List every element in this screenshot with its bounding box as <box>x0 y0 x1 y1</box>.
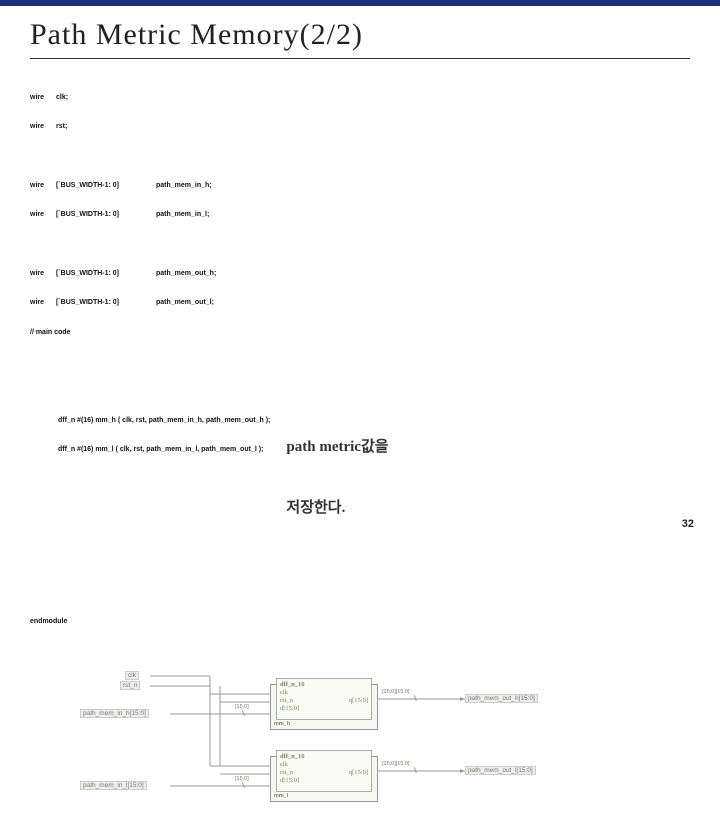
port-in-l: path_mem_in_l[15:0] <box>80 781 147 790</box>
inner-clk: clk <box>280 689 288 697</box>
sig-pmi-h: path_mem_in_h; <box>156 181 212 191</box>
kw-wire: wire <box>30 269 56 279</box>
bus-label-bits: [15:0][15:0] <box>382 689 410 695</box>
dff-inst-l: dff_n #(16) mm_l ( clk, rst, path_mem_in… <box>58 445 270 455</box>
port-in-h: path_mem_in_h[15:0] <box>80 709 149 718</box>
page-number: 32 <box>682 518 694 530</box>
kw-endmodule: endmodule <box>30 617 690 627</box>
inner-mm-l: dff_n_16 clk rst_n q[15:0] d[15:0] <box>276 750 372 792</box>
kw-wire: wire <box>30 122 56 132</box>
page-title: Path Metric Memory(2/2) <box>30 18 690 59</box>
bus-width: [`BUS_WIDTH-1: 0] <box>56 181 156 191</box>
slide-content: Path Metric Memory(2/2) wireclk; wirerst… <box>0 6 720 819</box>
inner-title-h: dff_n_16 <box>280 681 368 689</box>
annotation-text: path metric값을 저장한다. <box>286 396 388 558</box>
bus-width: [`BUS_WIDTH-1: 0] <box>56 298 156 308</box>
schematic-diagram: clk rst_n path_mem_in_h[15:0] path_mem_i… <box>70 654 550 819</box>
block-name-l: mm_l <box>274 793 288 799</box>
annotation-line1: path metric값을 <box>286 437 388 457</box>
comment-main: // main code <box>30 328 690 338</box>
sig-pmo-l: path_mem_out_l; <box>156 298 214 308</box>
bus-width: [`BUS_WIDTH-1: 0] <box>56 210 156 220</box>
code-block: wireclk; wirerst; wire[`BUS_WIDTH-1: 0]p… <box>30 73 690 646</box>
inner-mm-h: dff_n_16 clk rst_n q[15:0] d[15:0] <box>276 678 372 720</box>
inner-q: q[15:0] <box>349 769 368 777</box>
port-out-h: path_mem_out_h[15:0] <box>465 694 538 703</box>
kw-wire: wire <box>30 298 56 308</box>
inner-q: q[15:0] <box>349 697 368 705</box>
inner-rst: rst_n <box>280 697 293 705</box>
dff-inst-h: dff_n #(16) mm_h ( clk, rst, path_mem_in… <box>58 416 270 426</box>
inner-clk: clk <box>280 761 288 769</box>
port-clk: clk <box>125 671 139 680</box>
kw-wire: wire <box>30 210 56 220</box>
port-out-l: path_mem_out_l[15:0] <box>465 766 536 775</box>
bus-label-bits: [15:0][15:0] <box>382 761 410 767</box>
inner-d: d[15:0] <box>280 705 299 712</box>
kw-wire: wire <box>30 181 56 191</box>
inner-d: d[15:0] <box>280 777 299 784</box>
port-rst: rst_n <box>120 681 140 690</box>
kw-wire: wire <box>30 93 56 103</box>
sig-clk: clk; <box>56 93 68 103</box>
sig-pmo-h: path_mem_out_h; <box>156 269 216 279</box>
sig-pmi-l: path_mem_in_l; <box>156 210 209 220</box>
inner-rst: rst_n <box>280 769 293 777</box>
annotation-line2: 저장한다. <box>286 498 388 518</box>
sig-rst: rst; <box>56 122 67 132</box>
block-name-h: mm_h <box>274 721 290 727</box>
bus-width: [`BUS_WIDTH-1: 0] <box>56 269 156 279</box>
inner-title-l: dff_n_16 <box>280 753 368 761</box>
dff-and-annotation: dff_n #(16) mm_h ( clk, rst, path_mem_in… <box>30 396 690 558</box>
